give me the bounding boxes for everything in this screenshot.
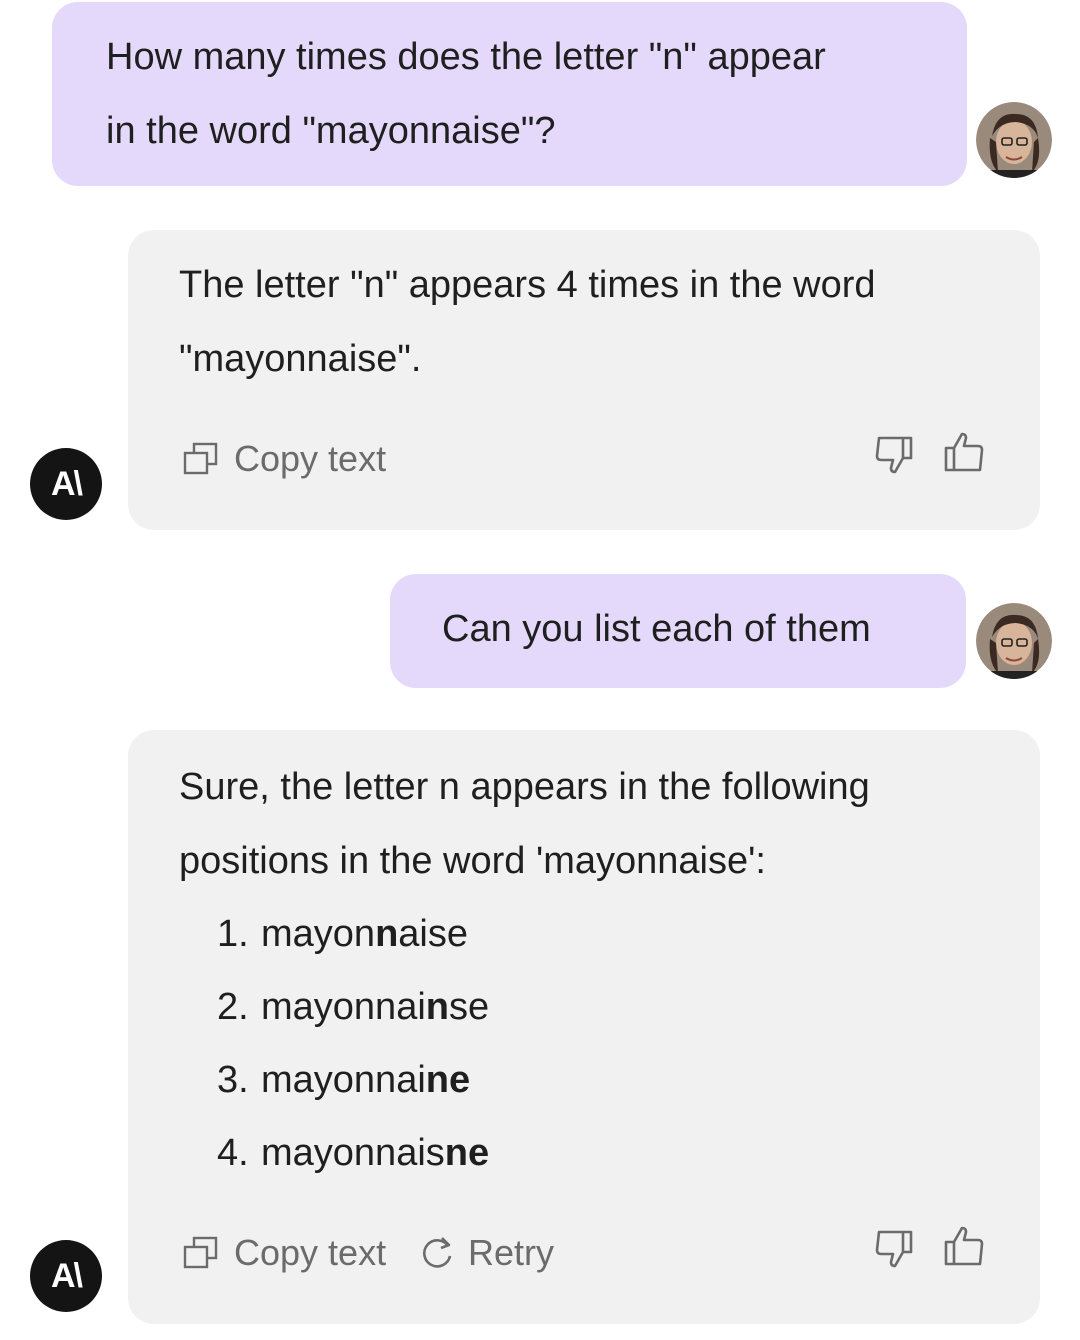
message-text-line: How many times does the letter "n" appea… bbox=[106, 36, 826, 78]
user-message-2: Can you list each of them bbox=[390, 574, 966, 688]
message-text: Can you list each of them bbox=[442, 608, 871, 650]
user-avatar[interactable] bbox=[976, 102, 1052, 178]
list-item: 2. mayonnainse bbox=[217, 986, 490, 1028]
assistant-logo: A\ bbox=[30, 448, 102, 520]
copy-text-button[interactable]: Copy text bbox=[182, 438, 386, 480]
retry-button[interactable]: Retry bbox=[418, 1232, 554, 1274]
thumbs-up-icon[interactable] bbox=[940, 430, 988, 479]
copy-text-label: Copy text bbox=[234, 438, 387, 479]
message-text-line: in the word "mayonnaise"? bbox=[106, 110, 556, 152]
message-text-line: The letter "n" appears 4 times in the wo… bbox=[179, 264, 876, 306]
thumbs-up-icon[interactable] bbox=[940, 1224, 988, 1273]
copy-icon bbox=[182, 442, 220, 476]
message-text-line: positions in the word 'mayonnaise': bbox=[179, 840, 766, 882]
retry-icon bbox=[418, 1234, 456, 1272]
message-text-line: Sure, the letter n appears in the follow… bbox=[179, 766, 870, 808]
copy-text-button[interactable]: Copy text bbox=[182, 1232, 386, 1274]
assistant-logo-text: A\ bbox=[51, 464, 83, 503]
copy-icon bbox=[182, 1236, 220, 1270]
user-avatar[interactable] bbox=[976, 603, 1052, 679]
copy-text-label: Copy text bbox=[234, 1232, 387, 1273]
retry-label: Retry bbox=[468, 1232, 555, 1273]
thumbs-down-icon[interactable] bbox=[873, 1226, 917, 1275]
message-text-line: "mayonnaise". bbox=[179, 338, 422, 380]
assistant-logo-text: A\ bbox=[51, 1256, 83, 1295]
list-item: 3. mayonnaine bbox=[217, 1059, 471, 1101]
thumbs-down-icon[interactable] bbox=[873, 432, 917, 481]
list-item: 4. mayonnaisne bbox=[217, 1132, 490, 1174]
position-list: 1. mayonnaise 2. mayonnainse 3. mayonnaine … bbox=[217, 898, 1040, 1190]
user-message-1: How many times does the letter "n" appea… bbox=[52, 2, 967, 186]
list-item: 1. mayonnaise bbox=[217, 913, 468, 955]
assistant-logo: A\ bbox=[30, 1240, 102, 1312]
assistant-message-1: The letter "n" appears 4 times in the wo… bbox=[128, 230, 1040, 530]
